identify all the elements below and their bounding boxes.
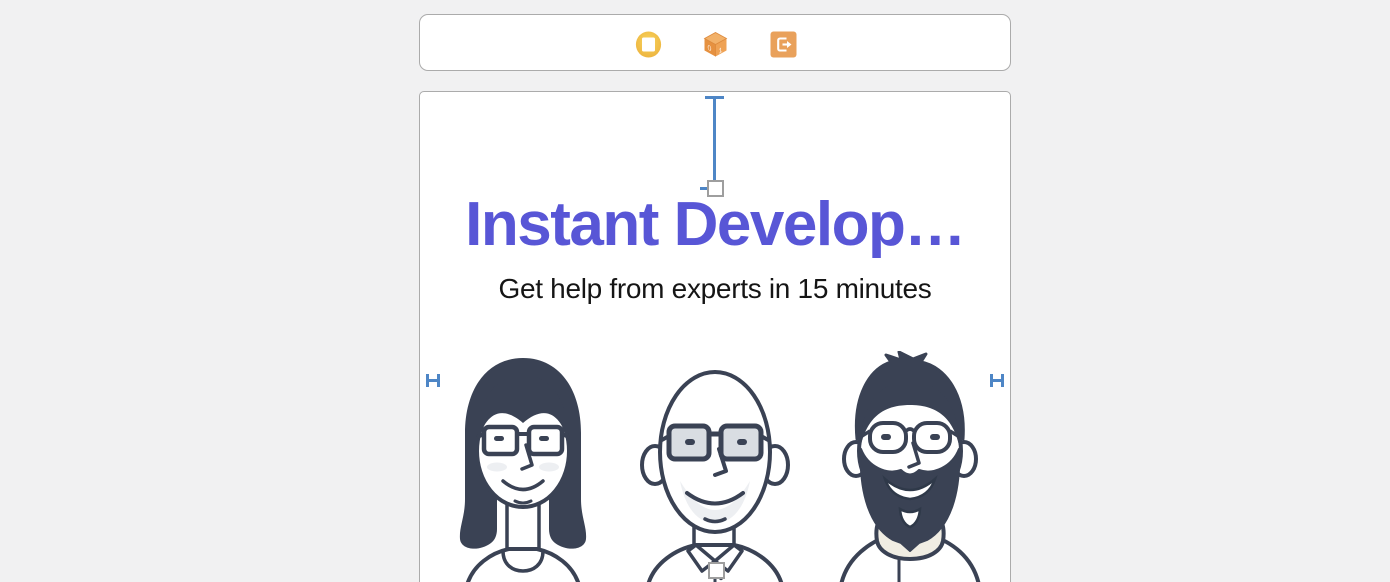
- view-controller-icon[interactable]: [635, 31, 662, 58]
- title-label[interactable]: Instant Develop…: [420, 190, 1010, 260]
- bearded-man-with-glasses-avatar[interactable]: [829, 351, 991, 582]
- first-responder-icon[interactable]: 0 1: [702, 31, 729, 58]
- interface-builder-editor: 0 1 Instant Develop… Get help from exper…: [0, 0, 1390, 582]
- trailing-space-constraint-marker[interactable]: [990, 374, 1004, 387]
- leading-space-constraint-marker[interactable]: [426, 374, 440, 387]
- design-canvas[interactable]: Instant Develop… Get help from experts i…: [419, 91, 1011, 582]
- bottom-resize-handle[interactable]: [708, 562, 725, 579]
- scene-dock: 0 1: [419, 14, 1011, 71]
- subtitle-label[interactable]: Get help from experts in 15 minutes: [420, 272, 1010, 306]
- top-resize-handle[interactable]: [707, 180, 724, 197]
- constraint-vertical-line: [713, 98, 716, 182]
- woman-with-glasses-avatar[interactable]: [443, 353, 603, 582]
- bald-man-with-glasses-avatar[interactable]: [632, 369, 798, 582]
- exit-icon[interactable]: [770, 31, 797, 58]
- svg-text:1: 1: [719, 45, 723, 55]
